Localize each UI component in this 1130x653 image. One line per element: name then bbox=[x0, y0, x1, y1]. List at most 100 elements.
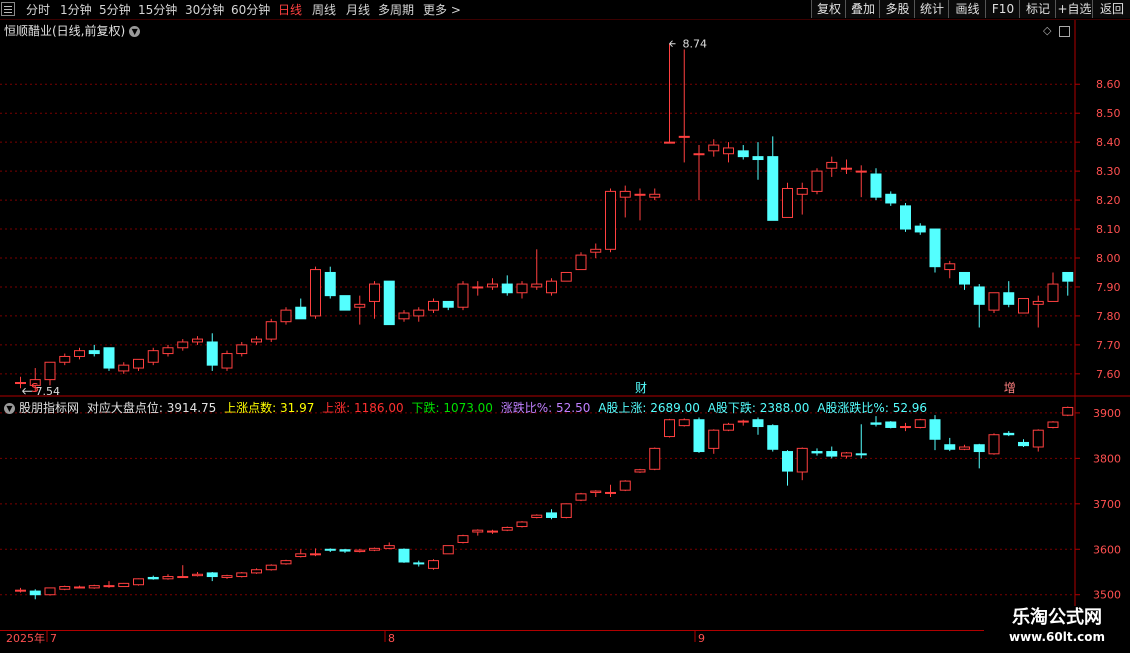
price-candle bbox=[590, 248, 602, 253]
window-controls: ◇ bbox=[1043, 24, 1070, 37]
index-candle bbox=[147, 576, 159, 580]
index-candle bbox=[339, 549, 351, 552]
price-candle bbox=[177, 341, 189, 349]
price-candle bbox=[973, 286, 985, 305]
index-candle bbox=[221, 575, 233, 578]
toolbar-button-5[interactable]: F10 bbox=[985, 0, 1020, 18]
indicator-header: ▼ 股朋指标网 对应大盘点位: 3914.75 上涨点数: 31.97 上涨: 1… bbox=[4, 399, 935, 416]
indicator-item-2: 上涨: 1186.00 bbox=[318, 401, 404, 415]
price-candle bbox=[929, 228, 941, 268]
price-candle bbox=[1047, 283, 1059, 302]
event-marker-1[interactable]: 财 bbox=[635, 381, 647, 395]
price-candle bbox=[133, 358, 144, 369]
index-candle bbox=[192, 573, 203, 577]
y-tick-label: 7.80 bbox=[1096, 310, 1121, 323]
indicator-item-7: A股涨跌比%: 52.96 bbox=[813, 401, 928, 415]
price-candle bbox=[1018, 298, 1029, 314]
index-candle bbox=[531, 514, 543, 518]
toolbar-button-1[interactable]: 叠加 bbox=[845, 0, 880, 18]
price-candle bbox=[914, 225, 926, 233]
indicator-item-3: 下跌: 1073.00 bbox=[407, 401, 493, 415]
index-candle bbox=[767, 425, 779, 450]
period-tab-2[interactable]: 5分钟 bbox=[99, 2, 131, 18]
toolbar-button-6[interactable]: 标记 bbox=[1019, 0, 1056, 18]
period-tab-5[interactable]: 60分钟 bbox=[231, 2, 270, 18]
stock-title: 恒顺醋业(日线,前复权) bbox=[4, 24, 126, 38]
x-tick-label: 9 bbox=[698, 632, 705, 645]
price-candle bbox=[236, 344, 248, 355]
toolbar-button-0[interactable]: 复权 bbox=[811, 0, 846, 18]
more-periods-button[interactable]: 更多 > bbox=[423, 2, 461, 18]
period-tab-7[interactable]: 周线 bbox=[312, 2, 336, 18]
y-tick-label: 8.30 bbox=[1096, 165, 1121, 178]
index-candle bbox=[752, 419, 764, 428]
diamond-icon[interactable]: ◇ bbox=[1043, 24, 1051, 37]
chevron-down-icon[interactable]: ▼ bbox=[129, 26, 141, 37]
toolbar-button-3[interactable]: 统计 bbox=[914, 0, 949, 18]
price-candle bbox=[88, 350, 100, 355]
indicator-chart[interactable]: 3900 3800 3700 3600 3500 bbox=[0, 397, 1130, 630]
y-tick-label: 3600 bbox=[1093, 543, 1121, 556]
indicator-item-0: 对应大盘点位: 3914.75 bbox=[83, 401, 217, 415]
index-candle bbox=[560, 503, 572, 518]
period-tab-1[interactable]: 1分钟 bbox=[60, 2, 92, 18]
price-candle bbox=[413, 309, 425, 317]
period-tab-0[interactable]: 分时 bbox=[26, 2, 50, 18]
price-candle bbox=[398, 312, 410, 320]
price-candle bbox=[885, 193, 897, 204]
price-candle bbox=[841, 167, 852, 170]
y-tick-label: 3700 bbox=[1093, 498, 1121, 511]
index-candle bbox=[988, 434, 1000, 455]
layout-icon[interactable] bbox=[1059, 25, 1070, 37]
index-candle bbox=[1062, 406, 1074, 416]
period-toolbar: 分时 1分钟 5分钟 15分钟 30分钟 60分钟 日线 周线 月线 多周期 更多 > 复权 叠加多… bbox=[0, 0, 1130, 20]
price-candle bbox=[605, 190, 616, 250]
index-candle bbox=[88, 585, 100, 589]
candlestick-chart[interactable]: 8.60 8.50 8.40 8.30 8.20 8.10 8.00 7.90 7.80 7.70… bbox=[0, 20, 1130, 398]
period-tab-3[interactable]: 15分钟 bbox=[138, 2, 177, 18]
index-candle bbox=[959, 446, 970, 450]
price-candle bbox=[959, 271, 970, 285]
price-candle bbox=[354, 303, 366, 308]
toolbar-button-8[interactable]: 返回 bbox=[1092, 0, 1130, 18]
index-candle bbox=[383, 545, 395, 549]
price-candle bbox=[944, 263, 956, 271]
toolbar-button-4[interactable]: 画线 bbox=[948, 0, 986, 18]
toolbar-button-7[interactable]: +自选 bbox=[1055, 0, 1093, 18]
chevron-down-icon[interactable]: ▼ bbox=[4, 403, 15, 414]
event-marker-0[interactable]: S bbox=[31, 381, 39, 395]
price-candle bbox=[752, 156, 764, 161]
price-candle bbox=[782, 187, 793, 218]
price-chart-panel: 恒顺醋业(日线,前复权) ▼ ◇ 8.60 8.50 8.40 8.30 8.20 8.10… bbox=[0, 20, 1130, 398]
indicator-item-4: 涨跌比%: 52.50 bbox=[496, 401, 591, 415]
index-candle bbox=[44, 587, 56, 596]
price-candle bbox=[575, 254, 587, 271]
indicator-item-6: A股下跌: 2388.00 bbox=[703, 401, 810, 415]
index-candle bbox=[929, 419, 941, 440]
toolbar-button-2[interactable]: 多股 bbox=[879, 0, 915, 18]
period-tab-4[interactable]: 30分钟 bbox=[185, 2, 224, 18]
event-marker-2[interactable]: 增 bbox=[1004, 381, 1016, 395]
price-candle bbox=[206, 341, 218, 366]
y-tick-label: 7.60 bbox=[1096, 368, 1121, 381]
index-candle bbox=[885, 421, 897, 428]
price-candle bbox=[74, 350, 85, 357]
index-candle bbox=[826, 451, 838, 457]
index-candle bbox=[206, 572, 218, 578]
index-candle bbox=[310, 553, 321, 556]
high-label: 8.74 bbox=[683, 38, 708, 51]
price-candle bbox=[664, 141, 675, 144]
period-tab-8[interactable]: 月线 bbox=[346, 2, 370, 18]
y-tick-label: 8.40 bbox=[1096, 136, 1121, 149]
price-candle bbox=[870, 173, 882, 198]
index-candle bbox=[295, 553, 307, 558]
price-candle bbox=[634, 193, 646, 196]
period-tab-6[interactable]: 日线 bbox=[278, 2, 302, 18]
menu-icon[interactable] bbox=[1, 2, 15, 16]
x-tick-label: 8 bbox=[388, 632, 395, 645]
index-candle bbox=[1047, 421, 1059, 428]
index-candle bbox=[354, 549, 366, 553]
price-candle bbox=[118, 364, 130, 372]
period-tab-9[interactable]: 多周期 bbox=[378, 2, 414, 18]
index-candle bbox=[590, 490, 602, 493]
